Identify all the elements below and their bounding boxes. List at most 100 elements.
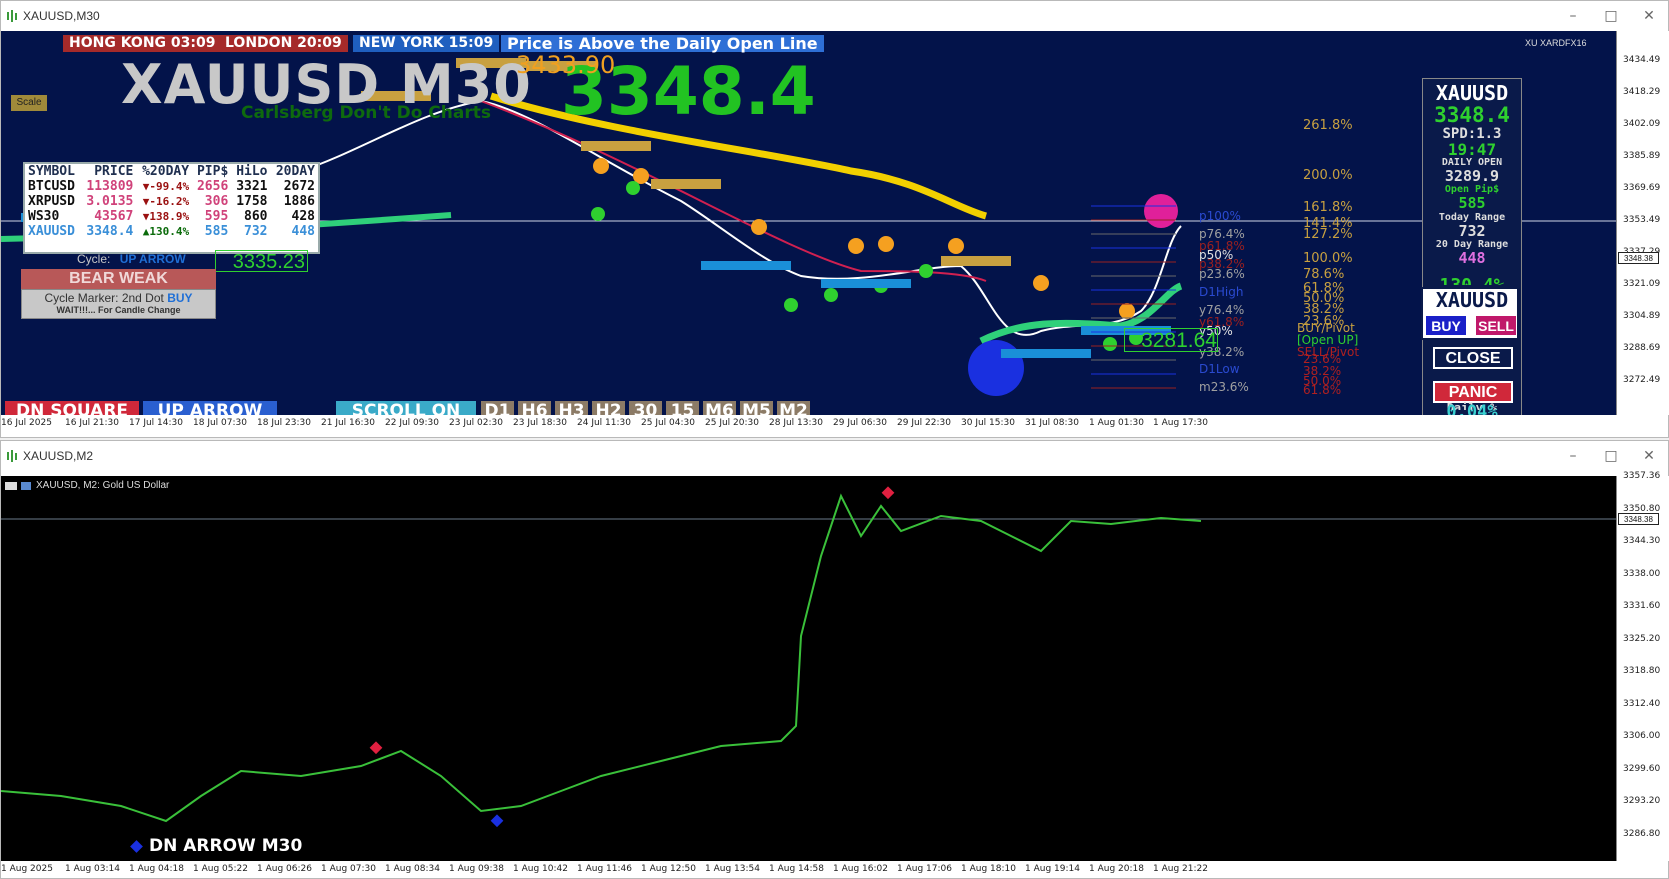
axis-tick-label: 16 Jul 21:30 bbox=[65, 418, 119, 428]
axis-tick-label: 29 Jul 22:30 bbox=[897, 418, 951, 428]
col-header: HiLo bbox=[236, 164, 268, 179]
sell-button[interactable]: SELL bbox=[1475, 315, 1517, 336]
tf-button-h6[interactable]: H6 bbox=[518, 401, 551, 415]
axis-tick-label: 1 Aug 06:26 bbox=[257, 864, 312, 874]
buy-button[interactable]: BUY bbox=[1425, 315, 1467, 336]
time-axis-m2[interactable]: 1 Aug 2025 1 Aug 03:14 1 Aug 04:18 1 Aug 05… bbox=[1, 861, 1616, 878]
chart-window-m30[interactable]: XAUUSD,M30 – □ ✕ HONG KONG 03:09 LONDON … bbox=[0, 0, 1669, 438]
tf-button-d1[interactable]: D1 bbox=[481, 401, 514, 415]
signal-dot bbox=[593, 158, 609, 174]
tf-button-m6[interactable]: M6 bbox=[703, 401, 736, 415]
close-window-button[interactable]: ✕ bbox=[1639, 6, 1659, 26]
signal-dot bbox=[1144, 194, 1178, 228]
close-window-button[interactable]: ✕ bbox=[1639, 446, 1659, 466]
axis-tick-label: 3385.89 bbox=[1623, 151, 1661, 161]
axis-tick-label: 1 Aug 19:14 bbox=[1025, 864, 1080, 874]
minimize-button[interactable]: – bbox=[1563, 6, 1583, 26]
axis-tick-label: 17 Jul 14:30 bbox=[129, 418, 183, 428]
cell-pips: 585 bbox=[204, 224, 229, 239]
cell-pct: ▲130.4% bbox=[142, 225, 190, 238]
up-arrow-circle bbox=[968, 340, 1024, 396]
panel-20day-range: 448 bbox=[1458, 249, 1486, 267]
axis-tick-label: 3350.80 bbox=[1623, 503, 1661, 514]
axis-tick-label: 1 Aug 14:58 bbox=[769, 864, 824, 874]
chart-area-m2[interactable]: XAUUSD, M2: Gold US Dollar DN ARROW M30 bbox=[1, 476, 1616, 861]
axis-tick-label: 1 Aug 21:22 bbox=[1153, 864, 1208, 874]
cell-hilo: 3321 bbox=[236, 179, 268, 194]
axis-tick-label: 1 Aug 03:14 bbox=[65, 864, 120, 874]
signal-dot bbox=[824, 288, 838, 302]
table-row[interactable]: XRPUSD 3.0135 ▼-16.2% 306 1758 1886 bbox=[25, 194, 318, 209]
panel-daily-open: 3289.9 bbox=[1444, 167, 1500, 185]
table-row[interactable]: XAUUSD 3348.4 ▲130.4% 585 732 448 bbox=[25, 224, 318, 239]
top-price-label: 3433.90 bbox=[516, 51, 616, 79]
panel-today-range: 732 bbox=[1458, 222, 1486, 240]
axis-tick-label: 24 Jul 11:30 bbox=[577, 418, 631, 428]
price-axis-m30[interactable]: 3434.49 3418.29 3402.09 3385.89 3369.69 3353.… bbox=[1616, 31, 1669, 415]
window-titlebar[interactable]: XAUUSD,M2 bbox=[1, 441, 1668, 471]
signal-dot bbox=[1119, 303, 1135, 319]
cell-symbol: WS30 bbox=[28, 209, 60, 224]
chart-area-m30[interactable]: HONG KONG 03:09 LONDON 20:09 NEW YORK 15… bbox=[1, 31, 1616, 415]
axis-tick-label: 25 Jul 04:30 bbox=[641, 418, 695, 428]
signal-dot bbox=[784, 298, 798, 312]
cell-symbol: XAUUSD bbox=[28, 224, 75, 239]
time-axis-m30[interactable]: 16 Jul 2025 16 Jul 21:30 17 Jul 14:30 18 Ju… bbox=[1, 415, 1616, 437]
maximize-button[interactable]: □ bbox=[1601, 446, 1621, 466]
panel-symbol: XAUUSD bbox=[1435, 81, 1509, 105]
zone-bar bbox=[581, 141, 651, 151]
cell-hilo: 732 bbox=[244, 224, 268, 239]
panic-button[interactable]: PANIC bbox=[1433, 381, 1513, 403]
table-row[interactable]: WS30 43567 ▼138.9% 595 860 428 bbox=[25, 209, 318, 224]
trade-info-panel: XAUUSD 3348.4 SPD:1.3 19:47 DAILY OPEN 3… bbox=[1421, 78, 1522, 415]
axis-tick-label: 3331.60 bbox=[1623, 601, 1661, 611]
scroll-on-button[interactable]: SCROLL ON bbox=[336, 401, 476, 415]
minimize-button[interactable]: – bbox=[1563, 446, 1583, 466]
tf-button-m5[interactable]: M5 bbox=[740, 401, 773, 415]
pivot-label: D1High bbox=[1199, 285, 1244, 299]
window-titlebar[interactable]: XAUUSD,M30 bbox=[1, 1, 1668, 31]
chart-window-m2[interactable]: XAUUSD,M2 – □ ✕ XAUUSD, M2: Gold US Doll… bbox=[0, 440, 1669, 879]
price-axis-m2[interactable]: 3357.36 3350.80 3344.30 3338.00 3331.60 3325.… bbox=[1616, 471, 1669, 861]
signal-dot bbox=[626, 181, 640, 195]
signal-dot bbox=[919, 264, 933, 278]
col-header: 20DAY bbox=[275, 164, 315, 179]
cell-pips: 306 bbox=[204, 194, 229, 209]
signal-dot bbox=[591, 207, 605, 221]
axis-tick-label: 3318.80 bbox=[1623, 666, 1661, 676]
axis-tick-label: 1 Aug 11:46 bbox=[577, 864, 632, 874]
tf-button-h3[interactable]: H3 bbox=[555, 401, 588, 415]
tf-button-30[interactable]: 30 bbox=[629, 401, 662, 415]
tf-button-m2[interactable]: M2 bbox=[777, 401, 810, 415]
axis-tick-label: 1 Aug 20:18 bbox=[1089, 864, 1144, 874]
cell-pct: ▼-99.4% bbox=[142, 180, 190, 193]
dn-arrow-text: DN ARROW M30 bbox=[149, 836, 303, 856]
cell-pips: 2656 bbox=[196, 179, 229, 194]
axis-tick-label: 3288.69 bbox=[1623, 343, 1661, 353]
table-row[interactable]: BTCUSD 113809 ▼-99.4% 2656 3321 2672 bbox=[25, 179, 318, 194]
session-hongkong: HONG KONG 03:09 bbox=[63, 35, 222, 52]
up-arrow-button[interactable]: UP ARROW bbox=[143, 401, 277, 415]
signal-dot bbox=[1033, 275, 1049, 291]
axis-tick-label: 1 Aug 2025 bbox=[1, 864, 53, 874]
axis-tick-label: 3353.49 bbox=[1623, 215, 1661, 225]
scale-button[interactable]: Scale bbox=[11, 95, 47, 111]
maximize-button[interactable]: □ bbox=[1601, 6, 1621, 26]
session-london: LONDON 20:09 bbox=[219, 35, 348, 52]
cell-pct: ▼-16.2% bbox=[142, 195, 190, 208]
tf-button-h2[interactable]: H2 bbox=[592, 401, 625, 415]
panel-price: 3348.4 bbox=[1434, 103, 1510, 127]
dn-square-button[interactable]: DN SQUARE bbox=[5, 401, 139, 415]
wait-text: WAIT!!!... For Candle Change bbox=[56, 305, 181, 315]
cell-price: 3348.4 bbox=[86, 224, 134, 239]
window-title: XAUUSD,M30 bbox=[23, 9, 100, 23]
panel-pct: 130.4% bbox=[1423, 275, 1521, 285]
tf-button-15[interactable]: 15 bbox=[666, 401, 699, 415]
blue-diamond-icon bbox=[130, 839, 143, 853]
chart-window-icon bbox=[7, 10, 17, 22]
panel-open-pips: 585 bbox=[1458, 194, 1486, 212]
close-button[interactable]: CLOSE bbox=[1433, 347, 1513, 369]
axis-tick-label: 3357.36 bbox=[1623, 471, 1661, 481]
cell-symbol: XRPUSD bbox=[28, 194, 75, 209]
axis-tick-label: 3312.40 bbox=[1623, 698, 1661, 709]
